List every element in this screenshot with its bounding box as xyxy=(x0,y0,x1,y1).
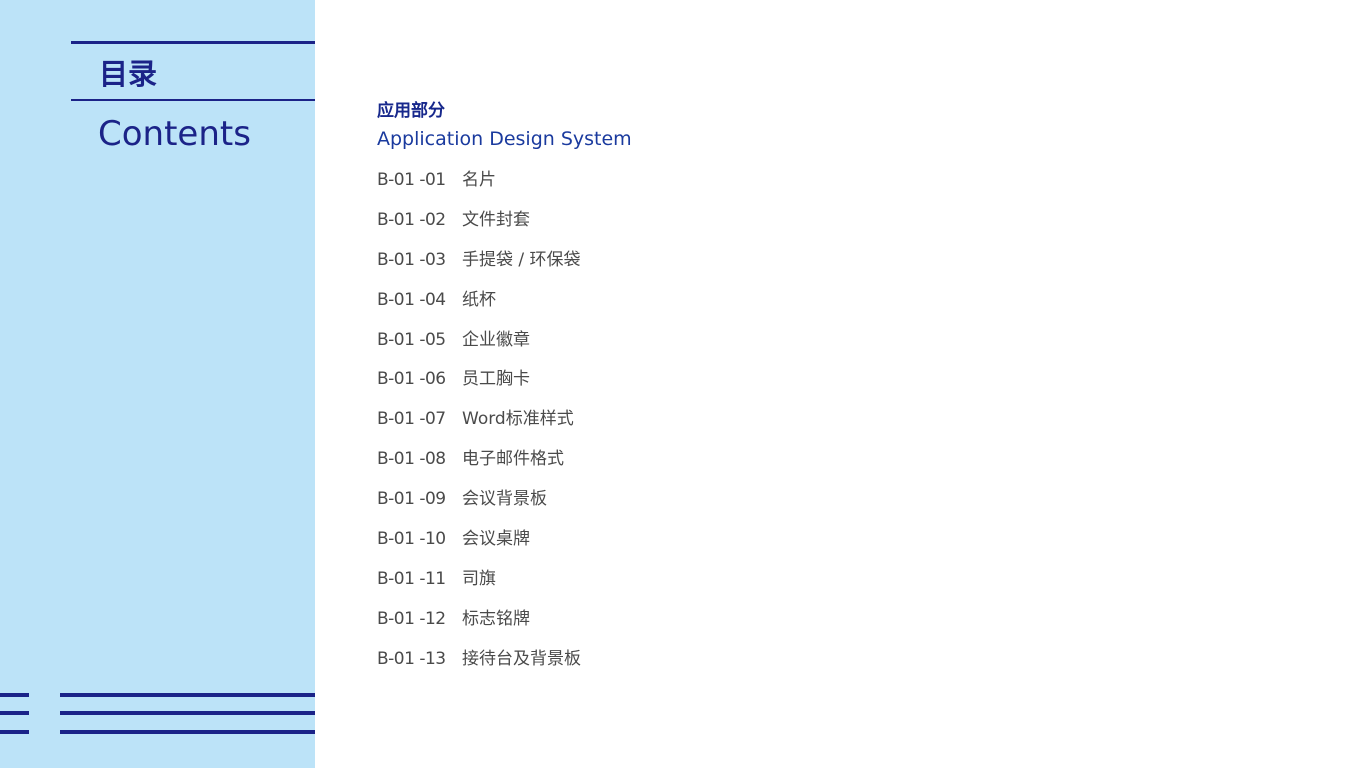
toc-item[interactable]: B-01 -07 Word标准样式 xyxy=(377,407,632,447)
toc-item-code: B-01 -05 xyxy=(377,329,446,350)
decorative-stripe xyxy=(60,711,315,715)
divider-middle xyxy=(71,99,315,101)
section-title-chinese: 应用部分 xyxy=(377,101,445,121)
toc-item-code: B-01 -03 xyxy=(377,249,446,270)
decorative-stripe xyxy=(0,730,29,734)
toc-item-name: 司旗 xyxy=(462,568,496,589)
toc-item[interactable]: B-01 -10 会议桌牌 xyxy=(377,527,632,567)
decorative-stripe xyxy=(60,693,315,697)
toc-item[interactable]: B-01 -05 企业徽章 xyxy=(377,328,632,368)
toc-item-code: B-01 -13 xyxy=(377,648,446,669)
toc-item[interactable]: B-01 -11 司旗 xyxy=(377,567,632,607)
toc-item[interactable]: B-01 -03 手提袋 / 环保袋 xyxy=(377,248,632,288)
toc-item[interactable]: B-01 -12 标志铭牌 xyxy=(377,607,632,647)
toc-item-name: 名片 xyxy=(462,170,496,190)
toc-item-code: B-01 -01 xyxy=(377,170,446,190)
toc-item-name: 电子邮件格式 xyxy=(462,449,564,470)
sidebar-title-chinese: 目录 xyxy=(99,57,158,91)
toc-item-code: B-01 -11 xyxy=(377,568,446,589)
toc-page: 目录 Contents 应用部分 Application Design Syst… xyxy=(0,0,1366,768)
toc-item-name: 接待台及背景板 xyxy=(462,648,581,669)
toc-item-code: B-01 -04 xyxy=(377,289,446,310)
toc-item-name: 文件封套 xyxy=(462,209,530,230)
sidebar-panel: 目录 Contents xyxy=(0,0,315,768)
toc-list: B-01 -01 名片 B-01 -02 文件封套 B-01 -03 手提袋 / 环保袋 B… xyxy=(377,168,632,687)
toc-content: 应用部分 Application Design System B-01 -01 名… xyxy=(377,100,632,687)
toc-item-name: Word标准样式 xyxy=(462,409,574,430)
decorative-stripe xyxy=(0,693,29,697)
toc-item[interactable]: B-01 -13 接待台及背景板 xyxy=(377,647,632,687)
toc-item-code: B-01 -02 xyxy=(377,209,446,230)
toc-item[interactable]: B-01 -08 电子邮件格式 xyxy=(377,447,632,487)
toc-item-name: 企业徽章 xyxy=(462,329,530,350)
toc-item[interactable]: B-01 -04 纸杯 xyxy=(377,288,632,328)
toc-item-name: 员工胸卡 xyxy=(462,369,530,390)
toc-item-code: B-01 -10 xyxy=(377,529,446,550)
section-title-english: Application Design System xyxy=(377,128,632,150)
divider-top xyxy=(71,41,315,44)
toc-item-code: B-01 -06 xyxy=(377,369,446,390)
toc-item-name: 会议背景板 xyxy=(462,489,547,510)
toc-item-code: B-01 -12 xyxy=(377,608,446,629)
toc-item-code: B-01 -07 xyxy=(377,409,446,430)
toc-item-name: 手提袋 / 环保袋 xyxy=(462,249,581,270)
toc-item[interactable]: B-01 -09 会议背景板 xyxy=(377,487,632,527)
toc-item-name: 纸杯 xyxy=(462,289,496,310)
decorative-stripe xyxy=(0,711,29,715)
sidebar-title-english: Contents xyxy=(98,114,251,154)
toc-item[interactable]: B-01 -02 文件封套 xyxy=(377,208,632,248)
toc-item[interactable]: B-01 -06 员工胸卡 xyxy=(377,367,632,407)
toc-item-name: 会议桌牌 xyxy=(462,529,530,550)
toc-item-code: B-01 -08 xyxy=(377,449,446,470)
toc-item-code: B-01 -09 xyxy=(377,489,446,510)
toc-item-name: 标志铭牌 xyxy=(462,608,530,629)
decorative-stripe xyxy=(60,730,315,734)
toc-item[interactable]: B-01 -01 名片 xyxy=(377,168,632,208)
